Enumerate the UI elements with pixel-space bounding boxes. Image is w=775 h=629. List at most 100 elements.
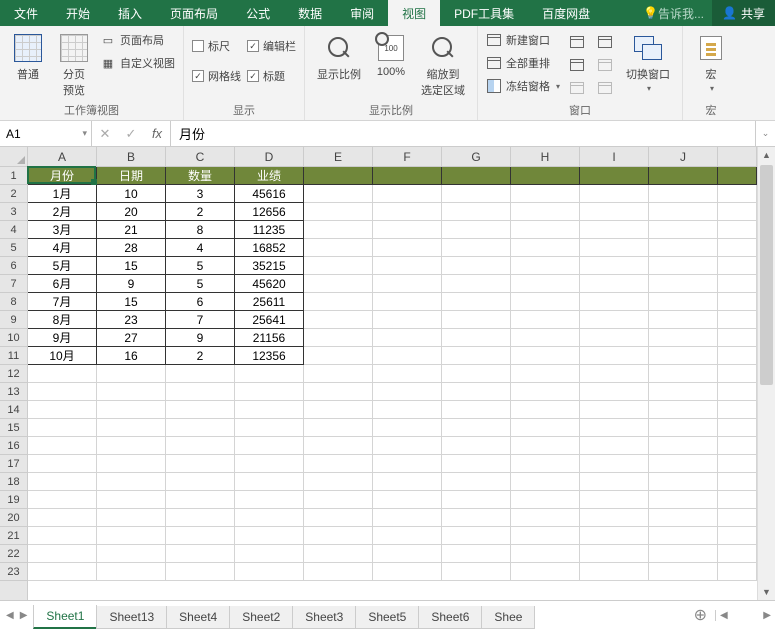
row-header[interactable]: 2 [0,185,27,203]
cell[interactable]: 5月 [28,257,97,275]
cell[interactable] [235,545,304,563]
cell[interactable] [649,347,718,365]
cell[interactable] [97,491,166,509]
cell[interactable] [97,545,166,563]
new-sheet-button[interactable]: ⊕ [686,605,715,625]
row-header[interactable]: 15 [0,419,27,437]
cell[interactable] [28,419,97,437]
cell[interactable] [235,455,304,473]
cell[interactable] [511,491,580,509]
cell[interactable] [28,563,97,581]
cell[interactable] [373,419,442,437]
cell[interactable] [235,527,304,545]
split-button[interactable] [570,32,584,52]
cell[interactable]: 2 [166,347,235,365]
cell[interactable] [580,365,649,383]
cell[interactable]: 6 [166,293,235,311]
cell[interactable] [304,437,373,455]
cell[interactable] [580,563,649,581]
cell[interactable] [97,509,166,527]
menu-tab-0[interactable]: 文件 [0,0,52,26]
column-header[interactable]: B [97,147,166,166]
cell[interactable] [649,473,718,491]
cell[interactable] [304,365,373,383]
cell[interactable] [580,311,649,329]
sheet-tab[interactable]: Sheet5 [355,606,419,629]
cell[interactable] [166,491,235,509]
cell[interactable] [442,293,511,311]
cell[interactable] [304,383,373,401]
cell[interactable] [649,401,718,419]
cell[interactable] [97,527,166,545]
cell[interactable] [511,437,580,455]
cell[interactable]: 15 [97,257,166,275]
cell[interactable] [97,563,166,581]
column-header[interactable]: A [28,147,97,166]
cell[interactable] [442,473,511,491]
cell[interactable] [580,509,649,527]
menu-tab-6[interactable]: 审阅 [336,0,388,26]
cell[interactable] [718,221,757,239]
cell[interactable] [304,311,373,329]
cell[interactable]: 11235 [235,221,304,239]
cell[interactable] [97,401,166,419]
row-header[interactable]: 16 [0,437,27,455]
cell[interactable] [511,185,580,203]
cell[interactable] [304,293,373,311]
cell[interactable] [97,437,166,455]
cell[interactable] [511,365,580,383]
cell[interactable] [166,455,235,473]
cell[interactable] [649,491,718,509]
cell[interactable] [304,419,373,437]
cell[interactable] [373,455,442,473]
cell[interactable] [304,563,373,581]
expand-formula-bar[interactable]: ⌄ [755,121,775,146]
cell[interactable] [649,419,718,437]
cell[interactable]: 8月 [28,311,97,329]
cell[interactable] [97,473,166,491]
cell[interactable] [718,239,757,257]
cell[interactable] [511,239,580,257]
cell[interactable] [442,401,511,419]
cell[interactable] [373,221,442,239]
cell[interactable] [580,329,649,347]
cell[interactable] [511,329,580,347]
cell[interactable] [511,221,580,239]
sheet-nav-next[interactable]: ▶ [20,610,28,621]
scroll-left-button[interactable]: ◀ [720,610,728,621]
cell[interactable]: 6月 [28,275,97,293]
cell[interactable] [166,545,235,563]
menu-tab-1[interactable]: 开始 [52,0,104,26]
cell[interactable] [373,239,442,257]
cell[interactable]: 21156 [235,329,304,347]
cell[interactable] [718,203,757,221]
cell[interactable] [373,491,442,509]
cell[interactable] [235,437,304,455]
cell[interactable] [649,365,718,383]
cell[interactable] [304,275,373,293]
cell[interactable]: 10月 [28,347,97,365]
cell[interactable] [373,401,442,419]
cell[interactable] [580,419,649,437]
cell[interactable] [442,545,511,563]
cell[interactable] [235,365,304,383]
cell[interactable] [649,545,718,563]
cell[interactable] [649,167,718,185]
cell[interactable] [580,185,649,203]
cell[interactable] [97,419,166,437]
cell[interactable] [28,437,97,455]
cell[interactable] [442,491,511,509]
cell[interactable] [235,473,304,491]
cell[interactable] [580,437,649,455]
cell[interactable] [304,491,373,509]
row-header[interactable]: 22 [0,545,27,563]
sheet-tab[interactable]: Sheet1 [33,605,97,629]
column-header[interactable]: E [304,147,373,166]
cell[interactable] [511,527,580,545]
row-header[interactable]: 12 [0,365,27,383]
cell[interactable] [580,275,649,293]
cell[interactable] [718,257,757,275]
cell[interactable] [304,329,373,347]
cell[interactable] [580,167,649,185]
menu-tab-7[interactable]: 视图 [388,0,440,26]
